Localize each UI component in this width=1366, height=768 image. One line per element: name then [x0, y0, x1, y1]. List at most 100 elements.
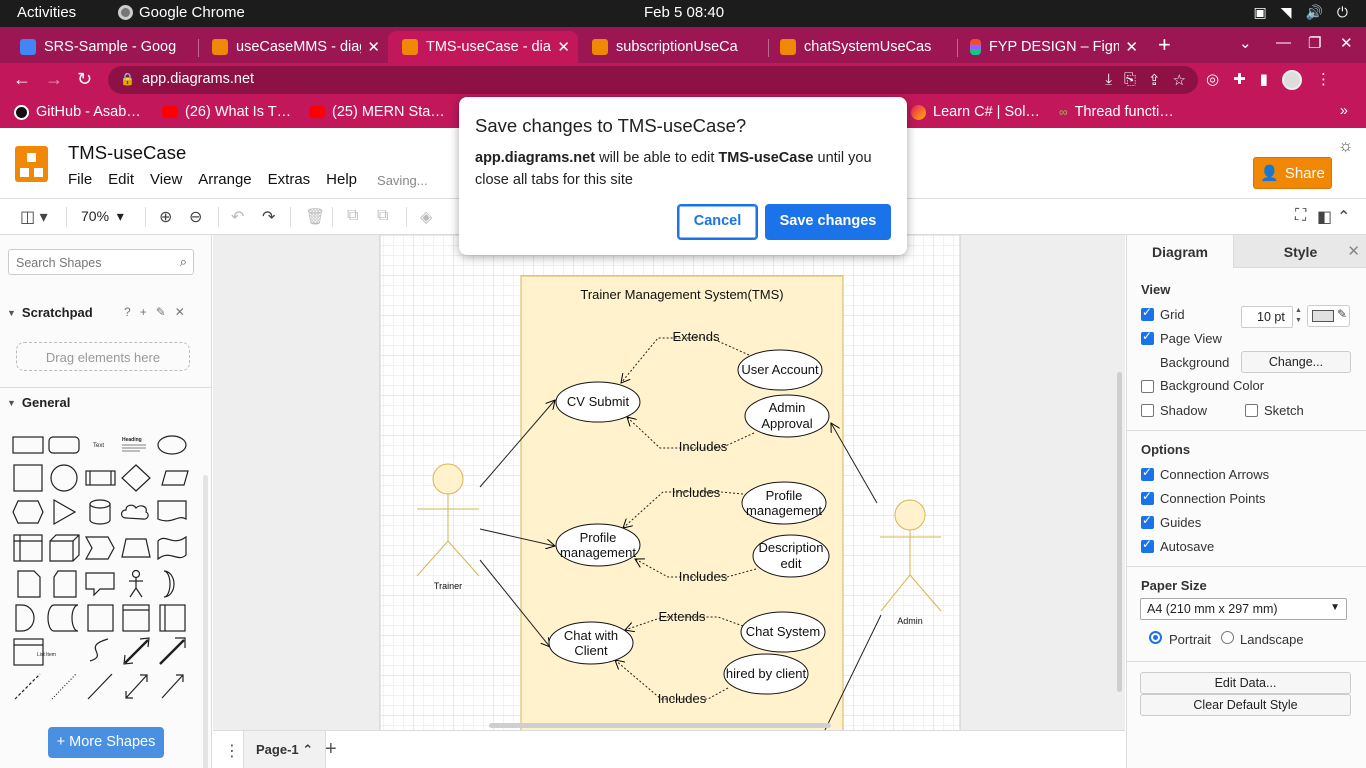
connection-points-checkbox[interactable]	[1141, 489, 1154, 505]
paper-size-select[interactable]: A4 (210 mm x 297 mm) ▼	[1140, 598, 1347, 620]
shape-data-storage[interactable]	[47, 604, 79, 632]
general-header[interactable]: ▼ General	[7, 395, 70, 410]
add-icon[interactable]: +	[140, 305, 147, 319]
scratchpad-header[interactable]: ▼ Scratchpad	[7, 305, 93, 320]
shape-parallelogram[interactable]	[161, 470, 189, 486]
connection-arrows-checkbox[interactable]	[1141, 465, 1154, 481]
landscape-radio[interactable]	[1221, 631, 1234, 644]
page-tab-1[interactable]: Page-1 ⌃	[243, 731, 327, 768]
shape-cube[interactable]	[49, 534, 80, 562]
relation-label[interactable]: Extends	[673, 329, 720, 344]
close-icon[interactable]: ✕	[175, 305, 185, 319]
more-bookmarks-icon[interactable]: »	[1340, 103, 1348, 119]
shape-swimlane[interactable]	[122, 604, 150, 632]
system-title[interactable]: Trainer Management System(TMS)	[580, 287, 783, 302]
shape-directional-line[interactable]	[161, 674, 184, 699]
tab-srs-sample[interactable]: SRS-Sample - Goog	[6, 31, 196, 63]
share-button[interactable]: 👤 Share	[1253, 157, 1332, 189]
shape-card[interactable]	[53, 570, 77, 598]
close-window-icon[interactable]: ✕	[1340, 34, 1353, 52]
profile-avatar[interactable]	[1281, 70, 1302, 90]
undo-icon[interactable]: ↶	[231, 207, 244, 227]
usecase-profile-management-main[interactable]: Profile management	[555, 523, 641, 567]
relation-label[interactable]: Extends	[659, 609, 706, 624]
bookmark-thread[interactable]: ∞ Thread functi…	[1059, 104, 1174, 120]
fullscreen-icon[interactable]: ⛶	[1295, 207, 1306, 225]
new-tab-icon[interactable]: +	[1158, 32, 1171, 58]
back-icon[interactable]: ←	[13, 69, 31, 90]
usecase-cv-submit[interactable]: CV Submit	[555, 381, 641, 423]
shape-delay[interactable]	[15, 604, 35, 632]
shape-document[interactable]	[157, 500, 187, 522]
shape-trapezoid[interactable]	[121, 538, 151, 558]
extension-target-icon[interactable]: ◎	[1206, 70, 1219, 90]
shape-cylinder[interactable]	[89, 499, 111, 525]
tab-style[interactable]: Style	[1233, 235, 1366, 268]
redo-icon[interactable]: ↷	[262, 207, 275, 227]
usecase-hired-by-client[interactable]: hired by client	[723, 653, 809, 695]
document-title[interactable]: TMS-useCase	[68, 142, 186, 164]
guides-checkbox[interactable]	[1141, 513, 1154, 529]
diagram-canvas[interactable]: Trainer Management System(TMS) Extends I…	[213, 235, 1125, 730]
install-icon[interactable]: ⤓	[1105, 71, 1112, 89]
chrome-menu-icon[interactable]: ⋮	[1316, 70, 1331, 90]
change-background-button[interactable]: Change...	[1241, 351, 1351, 373]
usecase-profile-management-included[interactable]: Profile management	[741, 481, 827, 525]
bookmark-youtube-2[interactable]: (25) MERN Sta…	[309, 104, 445, 120]
usecase-chat-system[interactable]: Chat System	[740, 611, 826, 653]
address-bar[interactable]: 🔒 app.diagrams.net ⤓ ⎘ ⇪ ☆	[108, 66, 1198, 94]
relation-label[interactable]: Includes	[672, 485, 721, 500]
grid-size-stepper[interactable]: ▲ ▼	[1295, 306, 1302, 326]
usecase-admin-approval[interactable]: Admin Approval	[744, 394, 830, 438]
shape-ellipse[interactable]	[157, 435, 187, 455]
diagram-svg[interactable]: Trainer Management System(TMS) Extends I…	[213, 235, 1125, 730]
maximize-icon[interactable]: ❐	[1308, 34, 1321, 52]
fill-color-icon[interactable]: ◈	[420, 207, 432, 227]
canvas-vertical-scrollbar[interactable]	[1117, 372, 1122, 692]
grid-checkbox[interactable]	[1141, 305, 1154, 321]
tab-tms-usecase[interactable]: TMS-useCase - diag ✕	[388, 31, 578, 63]
canvas-horizontal-scrollbar[interactable]	[489, 723, 831, 728]
more-shapes-button[interactable]: + More Shapes	[48, 727, 164, 758]
shape-double-arrow-line[interactable]	[125, 674, 148, 699]
reload-icon[interactable]: ↻	[77, 69, 92, 90]
close-panel-icon[interactable]: ✕	[1347, 242, 1360, 260]
menu-help[interactable]: Help	[326, 171, 357, 188]
menu-edit[interactable]: Edit	[108, 171, 134, 188]
tab-search-icon[interactable]: ⌄	[1239, 34, 1252, 52]
background-color-checkbox[interactable]	[1141, 380, 1154, 393]
extensions-puzzle-icon[interactable]: ✚	[1233, 70, 1246, 90]
shape-dotted-line[interactable]	[51, 673, 77, 700]
bookmark-star-icon[interactable]: ☆	[1173, 71, 1186, 89]
shape-rounded-rectangle[interactable]	[48, 436, 80, 454]
shape-bidirectional-arrow[interactable]	[123, 637, 150, 665]
cancel-button[interactable]: Cancel	[677, 204, 758, 240]
close-tab-icon[interactable]: ✕	[1125, 38, 1138, 56]
shape-vertical-container[interactable]	[159, 604, 186, 632]
shape-triangle[interactable]	[53, 498, 77, 526]
collapse-icon[interactable]: ⌃	[1337, 207, 1350, 227]
shape-curve[interactable]	[89, 638, 109, 662]
zoom-in-icon[interactable]: ⊕	[159, 207, 172, 227]
shape-cloud[interactable]	[120, 504, 149, 520]
activities-button[interactable]: Activities	[17, 4, 76, 21]
edit-data-button[interactable]: Edit Data...	[1140, 672, 1351, 694]
help-icon[interactable]: ?	[124, 305, 131, 319]
shape-textbox[interactable]: Heading	[122, 437, 146, 452]
shape-step[interactable]	[84, 536, 115, 560]
side-panel-icon[interactable]: ▮	[1260, 70, 1268, 90]
grid-color-picker[interactable]: ✎	[1307, 305, 1350, 327]
usecase-description-edit[interactable]: Description edit	[752, 534, 830, 578]
bookmark-youtube-1[interactable]: (26) What Is T…	[162, 104, 291, 120]
search-shapes-input[interactable]: Search Shapes ⌕	[8, 249, 194, 275]
shape-diamond[interactable]	[121, 464, 151, 492]
menu-arrange[interactable]: Arrange	[198, 171, 251, 188]
save-changes-button[interactable]: Save changes	[765, 204, 891, 240]
zoom-dropdown[interactable]: 70% ▾	[81, 208, 124, 225]
page-view-checkbox[interactable]	[1141, 329, 1154, 345]
tab-diagram[interactable]: Diagram	[1127, 235, 1233, 268]
system-tray[interactable]: ▣ ◥ 🔊 ⏻	[1253, 4, 1348, 21]
search-icon[interactable]: ⌕	[180, 254, 187, 270]
shape-square[interactable]	[13, 464, 43, 492]
autosave-checkbox[interactable]	[1141, 537, 1154, 553]
